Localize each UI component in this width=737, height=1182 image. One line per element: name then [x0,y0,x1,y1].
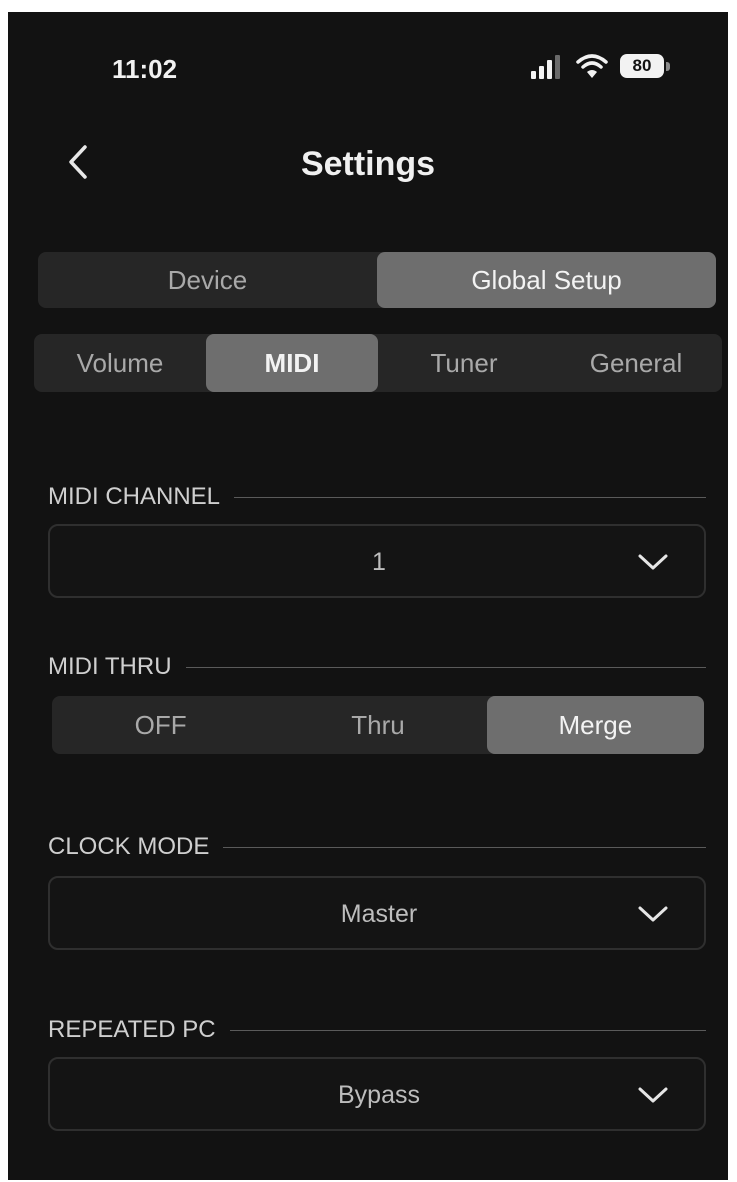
chevron-down-icon [638,554,668,570]
divider [223,846,706,848]
battery-level: 80 [620,54,664,78]
status-time: 11:02 [112,54,178,84]
midi-thru-thru[interactable]: Thru [269,696,486,754]
midi-channel-label: MIDI CHANNEL [48,483,221,510]
divider [234,496,706,498]
signal-icon [531,55,560,79]
midi-thru-label: MIDI THRU [48,653,172,680]
clock-mode-select[interactable]: Master [48,876,706,950]
repeated-pc-value: Bypass [338,1081,420,1109]
tab-volume[interactable]: Volume [34,334,206,392]
settings-screen: 11:02 80 Settings Device Global Setup Vo… [8,12,728,1180]
status-bar: 11:02 80 [8,12,728,102]
chevron-down-icon [638,906,668,922]
tab-midi[interactable]: MIDI [206,334,378,392]
midi-thru-segmented: OFF Thru Merge [52,696,704,754]
repeated-pc-header: REPEATED PC [48,1015,706,1045]
midi-thru-merge[interactable]: Merge [486,696,704,754]
repeated-pc-select[interactable]: Bypass [48,1057,706,1131]
wifi-icon [576,54,608,78]
clock-mode-header: CLOCK MODE [48,832,706,862]
tab-global-setup[interactable]: Global Setup [377,252,716,308]
tab-general[interactable]: General [550,334,722,392]
chevron-down-icon [638,1087,668,1103]
repeated-pc-label: REPEATED PC [48,1016,216,1043]
midi-channel-value: 1 [372,548,386,576]
midi-channel-header: MIDI CHANNEL [48,482,706,512]
midi-channel-select[interactable]: 1 [48,524,706,598]
nav-bar: Settings [8,127,728,197]
clock-mode-label: CLOCK MODE [48,833,210,860]
midi-thru-off[interactable]: OFF [52,696,269,754]
tab-tuner[interactable]: Tuner [378,334,550,392]
page-title: Settings [300,145,436,183]
midi-thru-header: MIDI THRU [48,652,706,682]
top-tabs: Device Global Setup [38,252,716,308]
sub-tabs: Volume MIDI Tuner General [34,334,722,392]
tab-device[interactable]: Device [38,252,377,308]
divider [185,666,706,668]
battery-icon: 80 [620,52,672,80]
divider [229,1029,706,1031]
clock-mode-value: Master [340,900,418,928]
